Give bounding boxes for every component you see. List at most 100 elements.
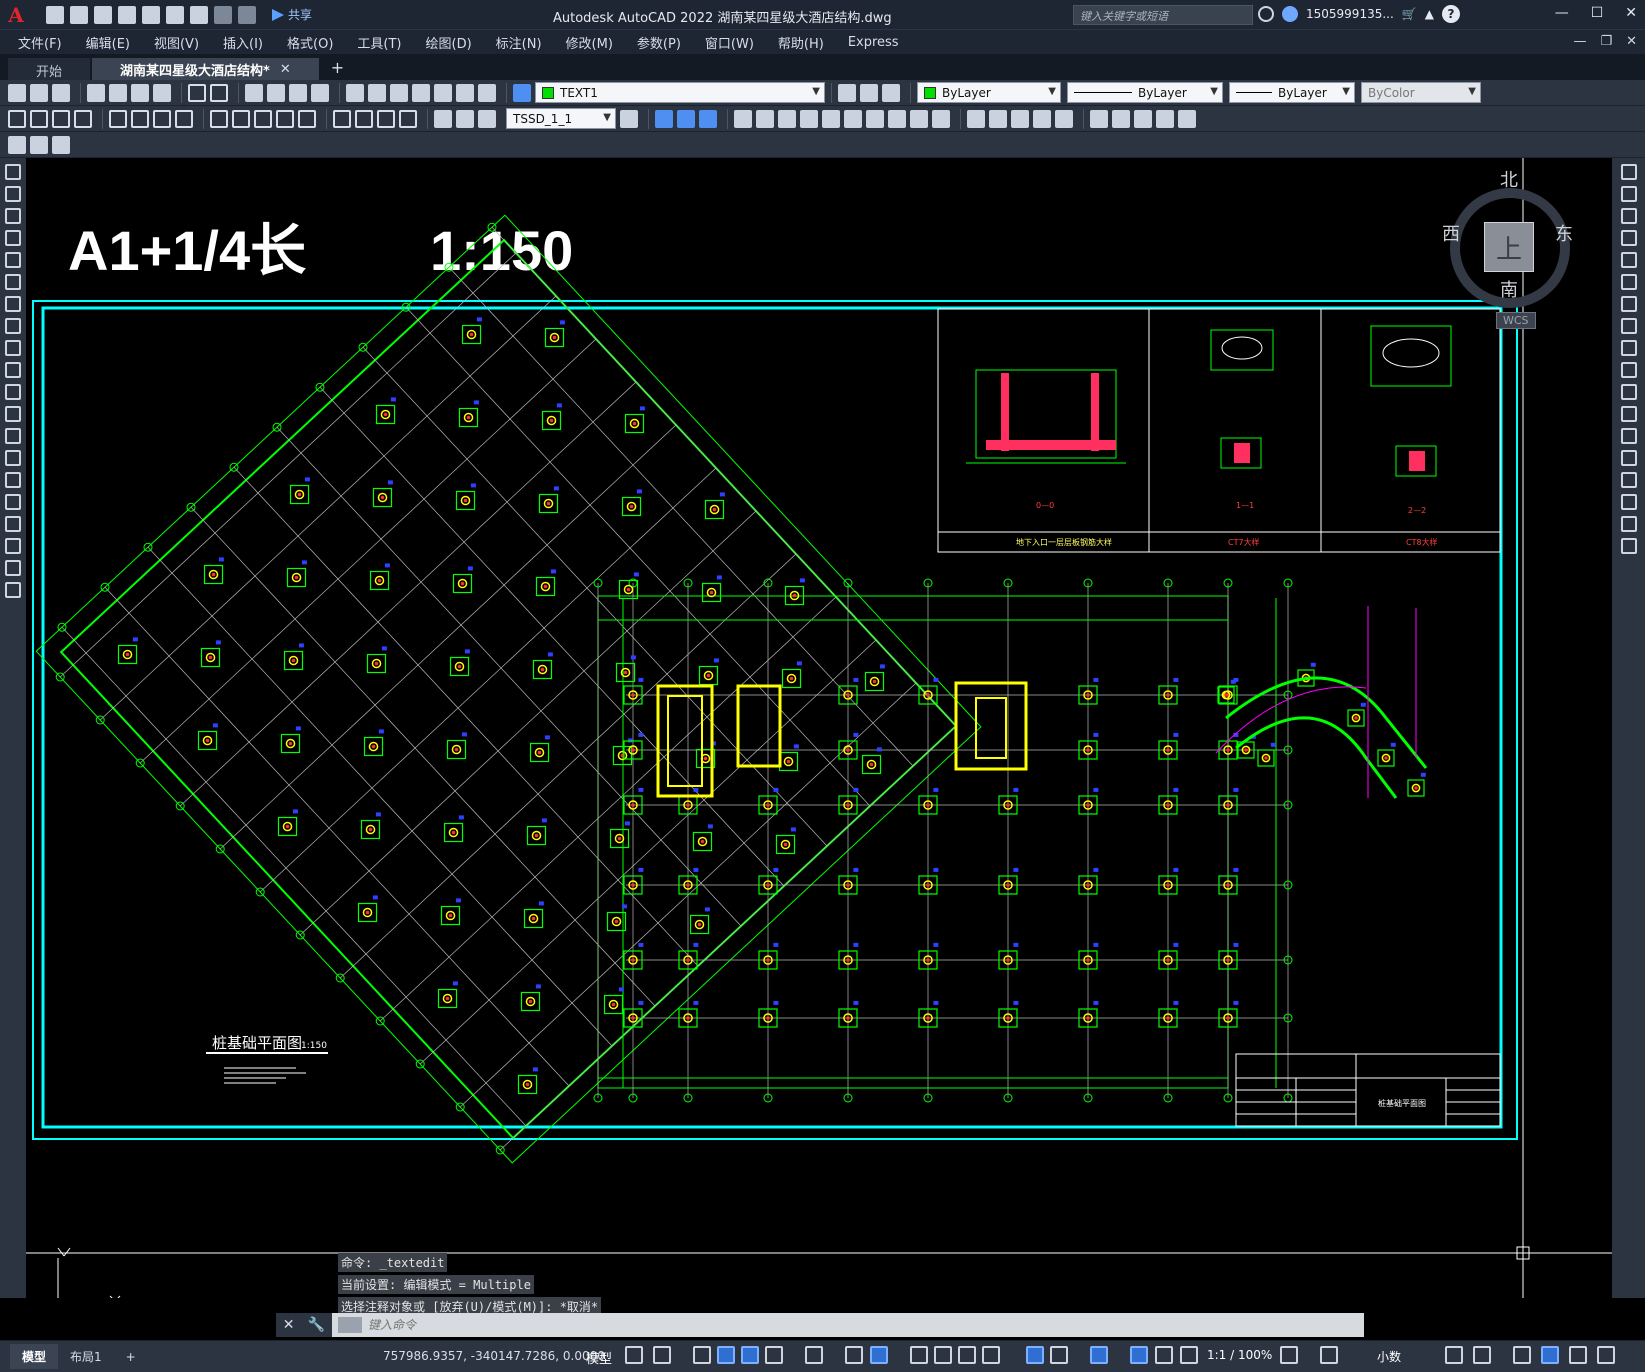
attribute-icon[interactable] [52, 135, 70, 154]
quick-dimension-icon[interactable] [210, 109, 228, 128]
ortho-icon[interactable] [741, 1346, 759, 1364]
offset-icon[interactable] [1620, 230, 1637, 246]
tool-palettes-icon[interactable] [390, 83, 408, 102]
open-icon[interactable] [30, 83, 48, 102]
rotate-icon[interactable] [1620, 296, 1637, 312]
mirror-icon[interactable] [756, 109, 774, 128]
rotate-icon[interactable] [844, 109, 862, 128]
zoom-realtime-icon[interactable] [267, 83, 285, 102]
menu-tools[interactable]: 工具(T) [357, 33, 401, 52]
point-icon[interactable] [5, 450, 21, 466]
circle-icon[interactable] [5, 296, 21, 312]
layer-states-icon[interactable] [882, 83, 900, 102]
write-block-icon[interactable] [30, 135, 48, 154]
design-center-icon[interactable] [368, 83, 386, 102]
annotation-visibility-icon[interactable] [1130, 1346, 1148, 1364]
spline-icon[interactable] [5, 340, 21, 356]
customization-icon[interactable] [1597, 1346, 1615, 1364]
dynamic-ucs-icon[interactable] [1026, 1346, 1044, 1364]
gizmo-icon[interactable] [1090, 1346, 1108, 1364]
arc-icon[interactable] [5, 274, 21, 290]
compass-east[interactable]: 东 [1555, 220, 1573, 246]
menu-draw[interactable]: 绘图(D) [426, 33, 472, 52]
lineweight-icon[interactable] [910, 1346, 928, 1364]
menu-help[interactable]: 帮助(H) [778, 33, 824, 52]
cart-icon[interactable]: 🛒 [1402, 7, 1417, 21]
maximize-icon[interactable]: ☐ [1591, 5, 1604, 21]
lock-ui-icon[interactable] [1473, 1346, 1491, 1364]
trim-icon[interactable] [910, 109, 928, 128]
isolate-objects-icon[interactable] [1513, 1346, 1531, 1364]
help-icon[interactable] [478, 83, 496, 102]
save-as-icon[interactable] [118, 5, 136, 24]
calculator-icon[interactable] [456, 83, 474, 102]
undo-icon[interactable] [188, 83, 206, 102]
hardware-acceleration-icon[interactable] [1541, 1346, 1559, 1364]
fillet-icon[interactable] [1033, 109, 1051, 128]
undo-icon[interactable] [214, 5, 232, 24]
inspect-icon[interactable] [377, 109, 395, 128]
extend-icon[interactable] [1620, 384, 1637, 400]
model-space-toggle[interactable]: 模型 [586, 1348, 612, 1367]
make-block-icon[interactable] [5, 428, 21, 444]
doc-restore-icon[interactable]: ❐ [1600, 34, 1612, 49]
jog-line-icon[interactable] [399, 109, 417, 128]
construction-line-icon[interactable] [5, 186, 21, 202]
markup-icon[interactable] [434, 83, 452, 102]
close-icon[interactable]: ✕ [283, 1317, 295, 1333]
linear-dimension-icon[interactable] [8, 109, 26, 128]
block-editor-icon[interactable] [8, 135, 26, 154]
selection-filter-icon[interactable] [1050, 1346, 1068, 1364]
dimension-style-icon[interactable] [620, 109, 638, 128]
break-at-point-icon[interactable] [967, 109, 985, 128]
stretch-icon[interactable] [888, 109, 906, 128]
plotstyle-dropdown[interactable]: ByColor ▼ [1361, 82, 1481, 103]
units-dropdown[interactable]: 小数 [1377, 1348, 1401, 1365]
doc-minimize-icon[interactable]: — [1573, 34, 1586, 49]
region-icon[interactable] [5, 516, 21, 532]
join-icon[interactable] [1620, 450, 1637, 466]
redo-icon[interactable] [210, 83, 228, 102]
tab-close-icon[interactable]: ✕ [280, 62, 291, 77]
trim-icon[interactable] [1620, 362, 1637, 378]
angular-icon[interactable] [175, 109, 193, 128]
coordinates-readout[interactable]: 757986.9357, -340147.7286, 0.0000 [383, 1349, 605, 1363]
hatch-back-icon[interactable] [1178, 109, 1196, 128]
pan-icon[interactable] [245, 83, 263, 102]
rectangle-icon[interactable] [5, 252, 21, 268]
infer-constraints-icon[interactable] [693, 1346, 711, 1364]
quick-properties-icon[interactable] [1445, 1346, 1463, 1364]
share-button[interactable]: 共享 [272, 6, 312, 23]
search-icon[interactable] [1258, 6, 1274, 22]
open-file-icon[interactable] [70, 5, 88, 24]
add-layout-button[interactable]: + [114, 1346, 148, 1368]
tolerance-icon[interactable] [333, 109, 351, 128]
add-selected-icon[interactable] [5, 582, 21, 598]
new-tab-button[interactable]: + [321, 58, 354, 80]
polygon-icon[interactable] [5, 230, 21, 246]
make-current-icon[interactable] [838, 83, 856, 102]
layer-properties-icon[interactable] [513, 83, 531, 102]
search-input[interactable]: 键入关键字或短语 [1073, 5, 1253, 25]
hatch-icon[interactable] [5, 472, 21, 488]
table-icon[interactable] [5, 538, 21, 554]
menu-format[interactable]: 格式(O) [287, 33, 333, 52]
join-icon[interactable] [989, 109, 1007, 128]
break-icon[interactable] [1620, 428, 1637, 444]
plot-preview-icon[interactable] [109, 83, 127, 102]
chamfer-icon[interactable] [1011, 109, 1029, 128]
print-icon[interactable] [87, 83, 105, 102]
minimize-icon[interactable]: — [1555, 5, 1569, 21]
bring-front-icon[interactable] [1112, 109, 1130, 128]
tab-layout1[interactable]: 布局1 [58, 1344, 114, 1369]
blend-icon[interactable] [1620, 516, 1637, 532]
3d-osnap-icon[interactable] [982, 1346, 1000, 1364]
menu-express[interactable]: Express [848, 35, 899, 50]
command-input[interactable] [368, 1318, 1364, 1332]
menu-edit[interactable]: 编辑(E) [86, 33, 130, 52]
insert-block-icon[interactable] [5, 406, 21, 422]
dim-update-icon[interactable] [478, 109, 496, 128]
menu-window[interactable]: 窗口(W) [705, 33, 754, 52]
help-icon[interactable]: ? [1441, 5, 1460, 23]
clean-screen-icon[interactable] [1569, 1346, 1587, 1364]
